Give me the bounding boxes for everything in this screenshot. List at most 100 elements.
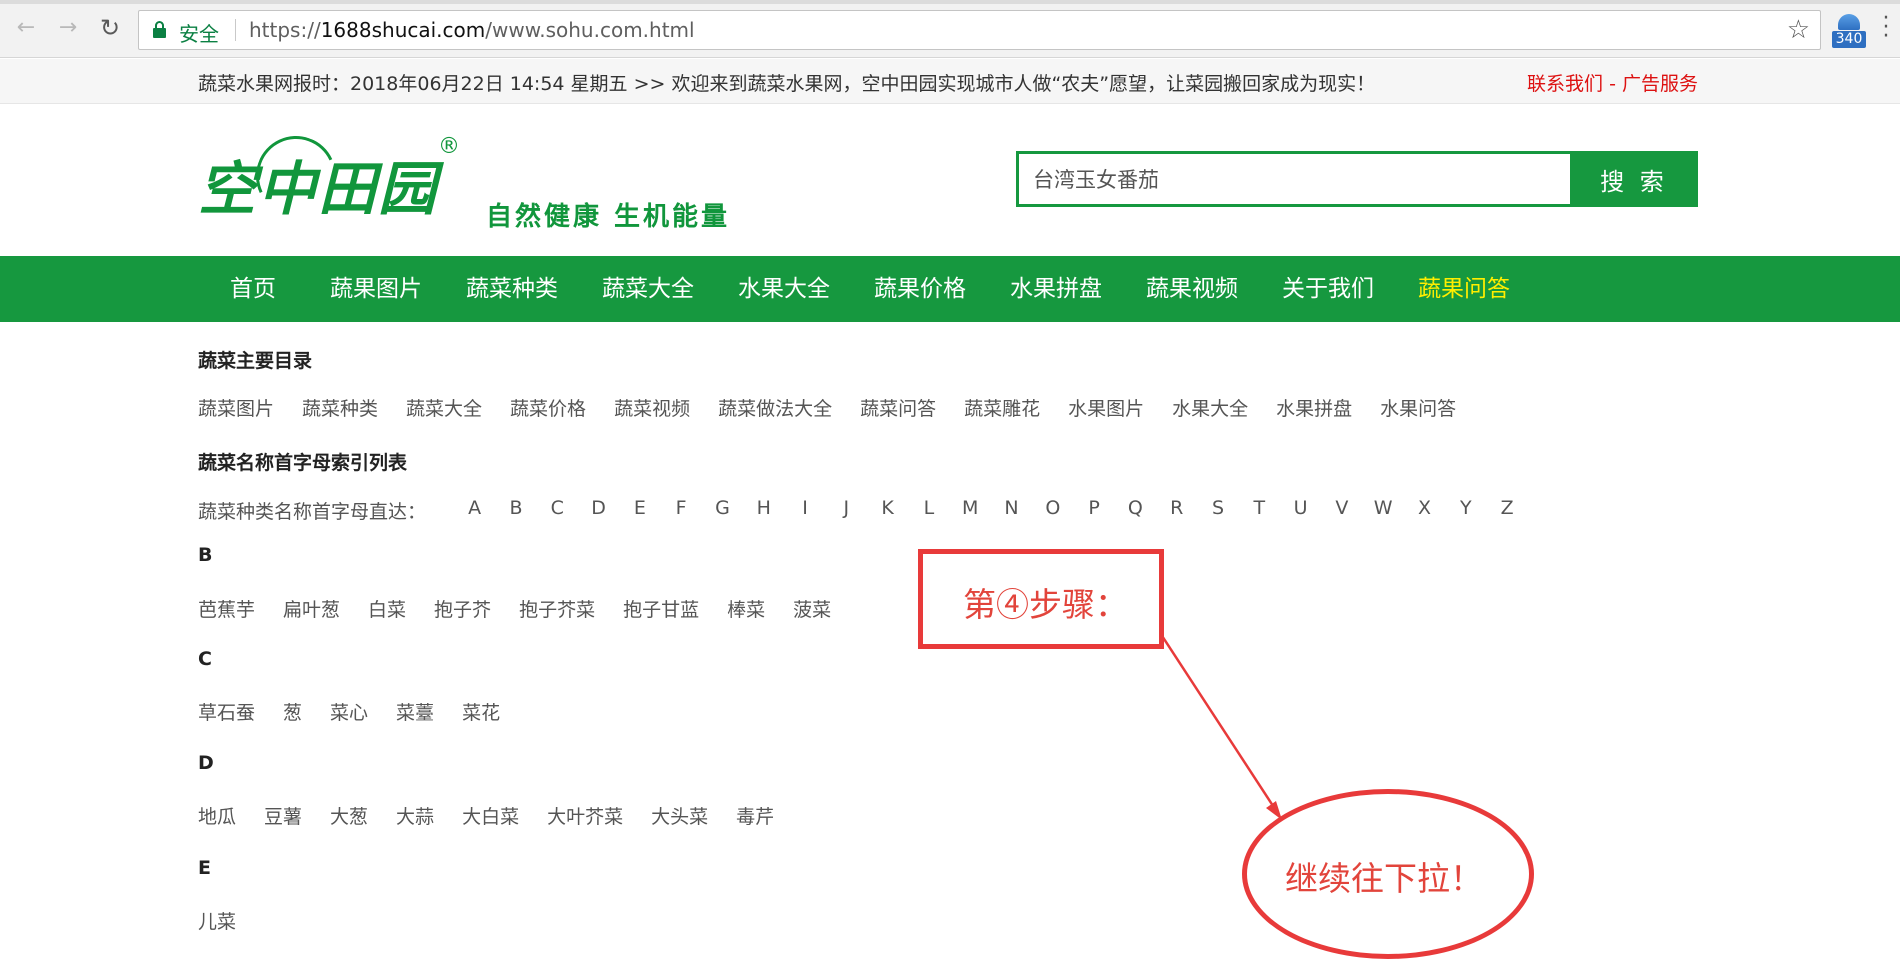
- browser-toolbar: ← → ↻ 安全 https://1688shucai.com/www.sohu…: [0, 0, 1900, 58]
- vegetable-link[interactable]: 菜花: [462, 698, 500, 725]
- group-letter-heading: E: [198, 857, 211, 879]
- vegetable-link[interactable]: 豆薯: [264, 802, 302, 829]
- letter-index-link[interactable]: X: [1404, 497, 1445, 524]
- search-form: 搜 索: [1016, 151, 1698, 207]
- step-annotation-text: 第④步骤：: [963, 585, 1128, 624]
- letter-index-link[interactable]: N: [991, 497, 1032, 524]
- back-arrow-icon[interactable]: ←: [12, 14, 40, 42]
- letter-index-link[interactable]: F: [661, 497, 702, 524]
- url-scheme: https://: [249, 18, 321, 42]
- address-bar[interactable]: 安全 https://1688shucai.com/www.sohu.com.h…: [138, 10, 1821, 50]
- vegetable-link[interactable]: 抱子甘蓝: [623, 595, 699, 622]
- search-button[interactable]: 搜 索: [1570, 151, 1698, 207]
- directory-link[interactable]: 水果图片: [1068, 394, 1144, 421]
- vegetable-link[interactable]: 抱子芥: [434, 595, 491, 622]
- letter-index-link[interactable]: V: [1321, 497, 1362, 524]
- site-header: 空中田园 ® 自然健康 生机能量 搜 索: [0, 104, 1900, 256]
- letter-index-link[interactable]: O: [1032, 497, 1073, 524]
- extension-button[interactable]: 340: [1832, 14, 1866, 50]
- group-items-row: 芭蕉芋 扁叶葱 白菜 抱子芥 抱子芥菜 抱子甘蓝 棒菜 菠菜: [198, 595, 859, 622]
- letter-index-link[interactable]: R: [1156, 497, 1197, 524]
- vegetable-link[interactable]: 大白菜: [462, 802, 519, 829]
- url-text[interactable]: https://1688shucai.com/www.sohu.com.html: [249, 18, 695, 42]
- secure-label: 安全: [179, 22, 219, 46]
- directory-link[interactable]: 蔬菜雕花: [964, 394, 1040, 421]
- vegetable-link[interactable]: 棒菜: [727, 595, 765, 622]
- directory-link[interactable]: 蔬菜视频: [614, 394, 690, 421]
- search-input[interactable]: [1016, 151, 1570, 207]
- letter-index-link[interactable]: I: [784, 497, 825, 524]
- letter-index-link[interactable]: T: [1239, 497, 1280, 524]
- vegetable-link[interactable]: 菜心: [330, 698, 368, 725]
- top-notice-bar: 蔬菜水果网报时：2018年06月22日 14:54 星期五 >> 欢迎来到蔬菜水…: [0, 59, 1900, 104]
- vegetable-link[interactable]: 草石蚕: [198, 698, 255, 725]
- directory-link[interactable]: 蔬菜问答: [860, 394, 936, 421]
- nav-item[interactable]: 水果拼盘: [988, 256, 1124, 322]
- logo-wordmark: 空中田园: [198, 155, 439, 223]
- extension-badge: 340: [1832, 31, 1866, 48]
- letter-index-link[interactable]: G: [702, 497, 743, 524]
- letter-index-link[interactable]: Q: [1115, 497, 1156, 524]
- letter-index-link[interactable]: S: [1197, 497, 1238, 524]
- registered-mark: ®: [438, 134, 460, 159]
- directory-link[interactable]: 蔬菜图片: [198, 394, 274, 421]
- nav-item[interactable]: 蔬菜大全: [580, 256, 716, 322]
- forward-arrow-icon[interactable]: →: [54, 14, 82, 42]
- directory-link[interactable]: 蔬菜种类: [302, 394, 378, 421]
- group-letter-heading: D: [198, 752, 214, 774]
- reload-icon[interactable]: ↻: [96, 14, 124, 42]
- vegetable-link[interactable]: 菜薹: [396, 698, 434, 725]
- bookmark-star-icon[interactable]: ☆: [1787, 15, 1810, 45]
- letter-index-link[interactable]: B: [495, 497, 536, 524]
- nav-item[interactable]: 蔬果价格: [852, 256, 988, 322]
- letter-index-link[interactable]: W: [1363, 497, 1404, 524]
- nav-item[interactable]: 首页: [198, 256, 308, 322]
- site-notice: 蔬菜水果网报时：2018年06月22日 14:54 星期五 >> 欢迎来到蔬菜水…: [198, 73, 1376, 95]
- vegetable-link[interactable]: 抱子芥菜: [519, 595, 595, 622]
- directory-link[interactable]: 蔬菜大全: [406, 394, 482, 421]
- nav-item[interactable]: 蔬果视频: [1124, 256, 1260, 322]
- letter-index-link[interactable]: U: [1280, 497, 1321, 524]
- letter-index-link[interactable]: A: [454, 497, 495, 524]
- hint-annotation-text: 继续往下拉！: [1285, 859, 1483, 898]
- vegetable-link[interactable]: 儿菜: [198, 907, 236, 934]
- letter-index-link[interactable]: Z: [1486, 497, 1527, 524]
- browser-menu-icon[interactable]: · · ·: [1880, 8, 1892, 48]
- letter-index-link[interactable]: Y: [1445, 497, 1486, 524]
- vegetable-link[interactable]: 芭蕉芋: [198, 595, 255, 622]
- vegetable-link[interactable]: 大蒜: [396, 802, 434, 829]
- letter-index-link[interactable]: E: [619, 497, 660, 524]
- letter-index-link[interactable]: K: [867, 497, 908, 524]
- letter-index-link[interactable]: C: [537, 497, 578, 524]
- directory-link[interactable]: 蔬菜价格: [510, 394, 586, 421]
- directory-link[interactable]: 蔬菜做法大全: [718, 394, 832, 421]
- directory-link[interactable]: 水果大全: [1172, 394, 1248, 421]
- site-logo[interactable]: 空中田园 ® 自然健康 生机能量: [198, 124, 738, 234]
- extension-icon: [1838, 14, 1860, 30]
- nav-item[interactable]: 蔬果图片: [308, 256, 444, 322]
- nav-item[interactable]: 关于我们: [1260, 256, 1396, 322]
- lock-icon: [153, 21, 166, 38]
- directory-link[interactable]: 水果问答: [1380, 394, 1456, 421]
- vegetable-link[interactable]: 白菜: [368, 595, 406, 622]
- vegetable-link[interactable]: 菠菜: [793, 595, 831, 622]
- letter-index-link[interactable]: D: [578, 497, 619, 524]
- letter-index-link[interactable]: H: [743, 497, 784, 524]
- vegetable-link[interactable]: 扁叶葱: [283, 595, 340, 622]
- vegetable-link[interactable]: 大叶芥菜: [547, 802, 623, 829]
- vegetable-link[interactable]: 葱: [283, 698, 302, 725]
- vegetable-link[interactable]: 地瓜: [198, 802, 236, 829]
- ads-link[interactable]: 广告服务: [1622, 73, 1698, 95]
- contact-link[interactable]: 联系我们: [1527, 73, 1603, 95]
- directory-link[interactable]: 水果拼盘: [1276, 394, 1352, 421]
- letter-index-link[interactable]: P: [1073, 497, 1114, 524]
- nav-item[interactable]: 蔬果问答: [1396, 256, 1532, 322]
- letter-index-link[interactable]: L: [908, 497, 949, 524]
- letter-index-link[interactable]: J: [826, 497, 867, 524]
- nav-item[interactable]: 水果大全: [716, 256, 852, 322]
- vegetable-link[interactable]: 毒芹: [736, 802, 774, 829]
- vegetable-link[interactable]: 大头菜: [651, 802, 708, 829]
- letter-index-link[interactable]: M: [950, 497, 991, 524]
- vegetable-link[interactable]: 大葱: [330, 802, 368, 829]
- nav-item[interactable]: 蔬菜种类: [444, 256, 580, 322]
